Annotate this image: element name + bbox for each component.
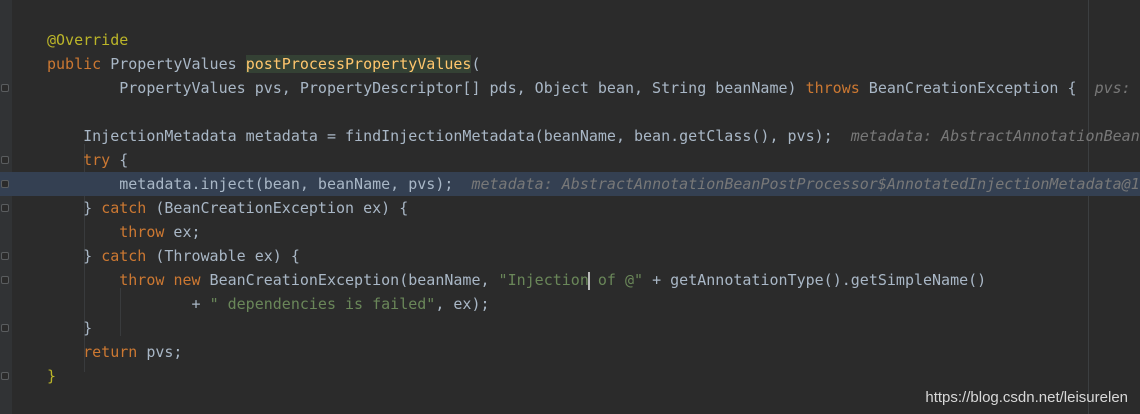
watermark: https://blog.csdn.net/leisurelen (925, 389, 1128, 406)
code-token: PropertyValues pvs, PropertyDescriptor[]… (47, 79, 806, 97)
fold-marker-icon[interactable] (1, 204, 9, 212)
code-token: ex; (164, 223, 201, 241)
code-token: InjectionMetadata metadata = findInjecti… (47, 127, 851, 145)
code-token: BeanCreationException { (859, 79, 1095, 97)
code-token: catch (101, 199, 147, 217)
code-line[interactable]: } (0, 316, 1140, 340)
code-token: throws (805, 79, 860, 97)
code-token: } (47, 319, 93, 337)
code-line[interactable]: } catch (BeanCreationException ex) { (0, 196, 1140, 220)
code-token: (Throwable ex) { (146, 247, 300, 265)
code-line[interactable]: return pvs; (0, 340, 1140, 364)
code-line[interactable] (0, 100, 1140, 124)
code-token: return (83, 343, 138, 361)
code-token: } (47, 199, 102, 217)
code-token: ( (471, 55, 481, 73)
code-token: + getAnnotationType().getSimpleName() (643, 271, 987, 289)
code-text: metadata.inject(bean, beanName, pvs); me… (47, 172, 1140, 196)
code-token: + (47, 295, 210, 313)
code-token: throw (119, 223, 165, 241)
code-line[interactable]: throw new BeanCreationException(beanName… (0, 268, 1140, 292)
fold-marker-icon[interactable] (1, 84, 9, 92)
fold-marker-icon[interactable] (1, 156, 9, 164)
code-token: } (47, 247, 102, 265)
code-text: @Override (47, 28, 128, 52)
code-token: PropertyValues (101, 55, 246, 73)
code-token: new (173, 271, 201, 289)
code-text: } (47, 316, 92, 340)
code-token: metadata.inject(bean, beanName, pvs); (47, 175, 472, 193)
code-text: throw new BeanCreationException(beanName… (47, 268, 986, 292)
code-token: "Injection of @" (498, 271, 644, 290)
code-text: } (47, 364, 56, 388)
fold-marker-icon[interactable] (1, 252, 9, 260)
code-token: throw (119, 271, 165, 289)
code-token: BeanCreationException(beanName, (200, 271, 499, 289)
code-line[interactable]: metadata.inject(bean, beanName, pvs); me… (0, 172, 1140, 196)
code-token: } (47, 367, 57, 385)
code-token: " dependencies is failed" (209, 295, 436, 313)
code-text: try { (47, 148, 128, 172)
code-line[interactable]: } (0, 364, 1140, 388)
fold-marker-icon[interactable] (1, 324, 9, 332)
code-line[interactable]: InjectionMetadata metadata = findInjecti… (0, 124, 1140, 148)
fold-marker-icon[interactable] (1, 180, 9, 188)
code-token: (BeanCreationException ex) { (146, 199, 409, 217)
code-token: { (110, 151, 129, 169)
code-token: pvs; (137, 343, 183, 361)
code-token: postProcessPropertyValues (245, 55, 472, 73)
code-line[interactable]: try { (0, 148, 1140, 172)
code-text: } catch (BeanCreationException ex) { (47, 196, 408, 220)
code-text: } catch (Throwable ex) { (47, 244, 300, 268)
code-line[interactable]: + " dependencies is failed", ex); (0, 292, 1140, 316)
code-editor[interactable]: @Override public PropertyValues postProce… (0, 0, 1140, 414)
fold-marker-icon[interactable] (1, 372, 9, 380)
code-text: return pvs; (47, 340, 182, 364)
fold-marker-icon[interactable] (1, 276, 9, 284)
code-line[interactable]: public PropertyValues postProcessPropert… (0, 52, 1140, 76)
inline-value-hint: metadata: AbstractAnnotationBeanP (850, 127, 1140, 145)
code-text: InjectionMetadata metadata = findInjecti… (47, 124, 1140, 148)
code-line[interactable]: throw ex; (0, 220, 1140, 244)
code-token: , ex); (435, 295, 490, 313)
code-text: PropertyValues pvs, PropertyDescriptor[]… (47, 76, 1140, 100)
code-line[interactable]: @Override (0, 28, 1140, 52)
code-text: + " dependencies is failed", ex); (47, 292, 490, 316)
code-text: public PropertyValues postProcessPropert… (47, 52, 481, 76)
inline-value-hint: metadata: AbstractAnnotationBeanPostProc… (471, 175, 1140, 193)
inline-value-hint: pvs: " (1094, 79, 1140, 97)
code-line[interactable]: } catch (Throwable ex) { (0, 244, 1140, 268)
code-token: catch (101, 247, 147, 265)
code-token: @Override (47, 31, 129, 49)
code-token: try (83, 151, 111, 169)
code-text: throw ex; (47, 220, 201, 244)
code-line[interactable]: PropertyValues pvs, PropertyDescriptor[]… (0, 76, 1140, 100)
code-token: public (47, 55, 102, 73)
